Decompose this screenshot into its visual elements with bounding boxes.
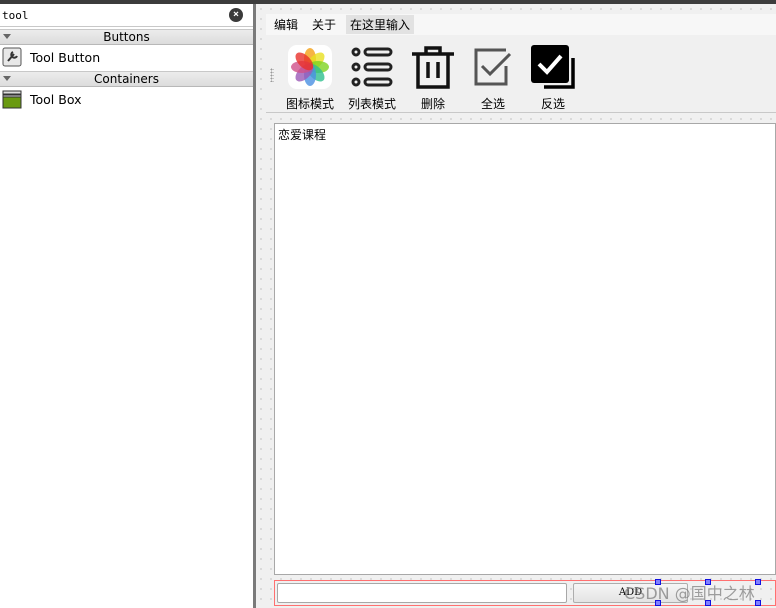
watermark: CSDN @国中之林 — [624, 584, 755, 603]
toolbar: 图标模式 列表模式 删除 全选 反选 — [266, 36, 776, 113]
collapse-arrow-icon — [3, 76, 11, 81]
invert-selection-button[interactable]: 反选 — [530, 36, 576, 112]
button-label: 全选 — [481, 97, 506, 111]
button-label: 删除 — [421, 97, 446, 111]
menu-about[interactable]: 关于 — [312, 16, 336, 33]
search-value: tool — [2, 9, 29, 22]
icon-mode-button[interactable]: 图标模式 — [286, 36, 334, 112]
list-mode-button[interactable]: 列表模式 — [348, 36, 396, 112]
list-item[interactable]: 恋爱课程 — [278, 126, 772, 143]
collapse-arrow-icon — [3, 34, 11, 39]
category-buttons[interactable]: Buttons — [0, 29, 253, 45]
tool-box-icon — [2, 90, 22, 109]
category-label: Buttons — [103, 30, 150, 44]
select-all-button[interactable]: 全选 — [470, 36, 516, 112]
category-containers[interactable]: Containers — [0, 71, 253, 87]
checkbox-icon — [474, 48, 512, 86]
menu-edit[interactable]: 编辑 — [274, 16, 298, 33]
menu-type-here[interactable]: 在这里输入 — [346, 15, 415, 34]
button-label: 图标模式 — [286, 97, 335, 111]
list-icon — [351, 47, 393, 87]
item-label: Tool Button — [30, 49, 101, 65]
item-label: Tool Box — [30, 91, 82, 107]
button-label: 反选 — [541, 97, 566, 111]
widget-search-input[interactable]: tool × — [0, 4, 253, 27]
checkbox-inverted-icon — [531, 45, 575, 89]
widget-tool-box[interactable]: Tool Box — [0, 87, 253, 111]
text-input[interactable] — [277, 583, 567, 603]
form-editor: 编辑 关于 在这里输入 图标模式 列表模式 删除 全选 反选 恋爱课程 ADD — [256, 4, 776, 608]
toolbar-grip[interactable] — [270, 68, 274, 82]
clear-search-icon[interactable]: × — [229, 8, 243, 22]
category-label: Containers — [94, 72, 159, 86]
trash-icon — [412, 46, 455, 89]
tool-button-icon — [2, 47, 22, 67]
widget-tool-button[interactable]: Tool Button — [0, 45, 253, 69]
widget-box: tool × Buttons Tool Button Containers Too… — [0, 4, 253, 608]
selection-handle[interactable] — [755, 600, 761, 606]
button-label: 列表模式 — [348, 97, 397, 111]
photos-icon — [288, 45, 332, 89]
menu-bar: 编辑 关于 在这里输入 — [266, 14, 776, 35]
delete-button[interactable]: 删除 — [410, 36, 456, 112]
list-widget[interactable]: 恋爱课程 — [274, 123, 776, 575]
selection-handle[interactable] — [755, 579, 761, 585]
